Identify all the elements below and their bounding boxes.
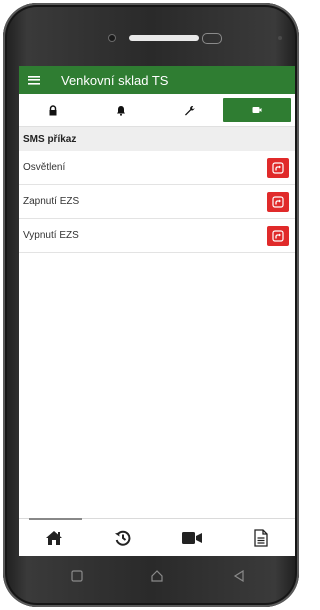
nav-history[interactable] — [88, 519, 157, 556]
tab-bar — [19, 94, 295, 127]
tab-settings[interactable] — [155, 94, 223, 126]
tab-sms[interactable] — [223, 98, 291, 122]
section-header: SMS příkaz — [19, 127, 295, 151]
nav-video[interactable] — [157, 519, 226, 556]
command-label: Osvětlení — [23, 162, 66, 173]
bottom-navigation — [19, 518, 295, 556]
history-icon — [114, 530, 130, 546]
home-button-icon[interactable] — [151, 570, 163, 582]
recent-apps-icon[interactable] — [71, 570, 83, 582]
command-list: Osvětlení Zapnutí EZS Vypnutí EZS — [19, 151, 295, 253]
list-item: Vypnutí EZS — [19, 219, 295, 253]
video-icon — [181, 532, 202, 544]
send-icon — [272, 161, 284, 174]
bell-icon — [117, 105, 125, 116]
sms-icon — [252, 107, 262, 113]
sensor-dot — [278, 36, 282, 40]
send-icon — [272, 195, 284, 208]
front-camera — [109, 35, 115, 41]
send-command-button[interactable] — [267, 191, 289, 212]
app-screen: Venkovní sklad TS SMS příkaz Osvětlení Z… — [19, 66, 295, 556]
app-bar: Venkovní sklad TS — [19, 66, 295, 94]
back-icon[interactable] — [233, 570, 245, 582]
list-item: Zapnutí EZS — [19, 185, 295, 219]
earpiece-speaker — [129, 35, 199, 41]
command-label: Vypnutí EZS — [23, 230, 79, 241]
nav-documents[interactable] — [226, 519, 295, 556]
lock-icon — [49, 104, 57, 115]
document-icon — [253, 529, 268, 547]
menu-icon[interactable] — [19, 66, 49, 94]
proximity-sensor — [202, 33, 222, 44]
tab-lock[interactable] — [19, 94, 87, 126]
tab-alarm[interactable] — [87, 94, 155, 126]
hardware-navigation — [19, 562, 295, 592]
send-command-button[interactable] — [267, 225, 289, 246]
send-command-button[interactable] — [267, 157, 289, 178]
send-icon — [272, 229, 284, 242]
home-icon — [45, 531, 62, 545]
list-item: Osvětlení — [19, 151, 295, 185]
command-label: Zapnutí EZS — [23, 196, 80, 207]
nav-home[interactable] — [19, 518, 88, 556]
app-title: Venkovní sklad TS — [61, 72, 169, 88]
wrench-icon — [184, 105, 194, 115]
